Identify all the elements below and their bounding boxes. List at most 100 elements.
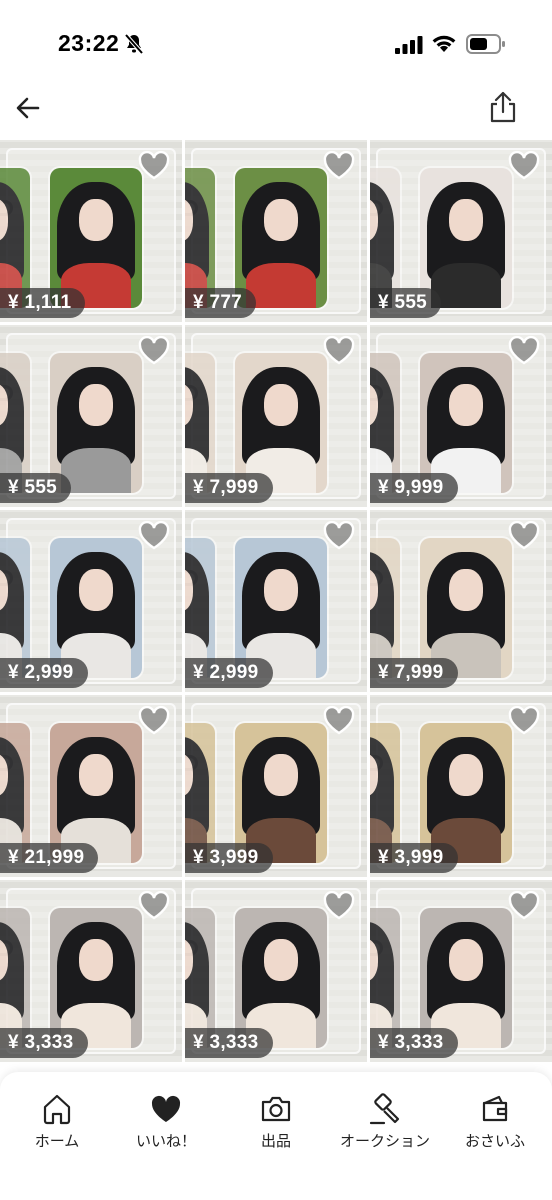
product-item[interactable]: ¥ 3,999 [185,695,367,877]
photocard-image [235,353,327,493]
photocard-side [370,353,400,493]
price-badge: ¥ 7,999 [370,658,458,688]
product-item[interactable]: ¥ 3,999 [370,695,552,877]
like-heart-icon[interactable] [323,890,355,920]
price-badge: ¥ 21,999 [0,843,99,873]
like-heart-icon[interactable] [323,520,355,550]
like-heart-icon[interactable] [138,150,170,180]
like-heart-icon[interactable] [323,150,355,180]
product-item[interactable]: ¥ 777 [185,140,367,322]
photocard-side [0,168,30,308]
share-icon[interactable] [488,90,518,124]
photocard-image [420,908,512,1048]
bottom-tab-bar: ホーム いいね！ 出品 オークション おさいふ [0,1072,552,1200]
like-heart-icon[interactable] [508,890,540,920]
photocard-side [370,908,400,1048]
product-item[interactable]: ¥ 1,111 [0,140,182,322]
like-heart-icon[interactable] [138,520,170,550]
battery-icon [466,34,505,54]
product-item[interactable]: ¥ 2,999 [0,510,182,692]
product-item[interactable]: ¥ 555 [370,140,552,322]
photocard-image [420,353,512,493]
like-heart-icon[interactable] [508,335,540,365]
product-grid: ¥ 1,111 ¥ 777 ¥ 555 ¥ 555 ¥ 7,999 ¥ 9,999 ¥ 2,… [0,140,552,1062]
photocard-side [370,168,400,308]
like-heart-icon[interactable] [508,150,540,180]
tab-home-label: ホーム [34,1133,80,1150]
price-badge: ¥ 555 [0,473,72,503]
header-bar [0,80,552,138]
photocard-side [185,168,215,308]
photocard-side [0,538,30,678]
price-badge: ¥ 2,999 [185,658,273,688]
photocard-image [235,723,327,863]
photocard-side [185,538,215,678]
arrow-left-icon[interactable] [12,92,44,124]
product-item[interactable]: ¥ 7,999 [370,510,552,692]
photocard-image [420,723,512,863]
photocard-side [370,538,400,678]
photocard-image [50,908,142,1048]
like-heart-icon[interactable] [508,705,540,735]
status-time: 23:22 [58,30,120,56]
photocard-image [235,908,327,1048]
bell-muted-icon [124,33,144,55]
price-badge: ¥ 2,999 [0,658,88,688]
product-item[interactable]: ¥ 7,999 [185,325,367,507]
status-bar: 23:22 [0,0,552,80]
photocard-side [185,723,215,863]
price-badge: ¥ 3,999 [370,843,458,873]
photocard-image [235,538,327,678]
product-item[interactable]: ¥ 9,999 [370,325,552,507]
photocard-image [420,538,512,678]
tab-auction-label: オークション [339,1133,430,1150]
like-heart-icon[interactable] [138,890,170,920]
tab-auction[interactable]: オークション [330,1092,440,1151]
like-heart-icon[interactable] [138,705,170,735]
tab-sell-label: 出品 [260,1133,291,1150]
photocard-side [0,908,30,1048]
tab-wallet[interactable]: おさいふ [440,1092,550,1151]
gavel-icon [369,1093,400,1125]
photocard-image [420,168,512,308]
photocard-image [50,353,142,493]
price-badge: ¥ 7,999 [185,473,273,503]
photocard-image [50,723,142,863]
product-item[interactable]: ¥ 3,333 [185,880,367,1062]
photocard-image [50,538,142,678]
photocard-side [185,908,215,1048]
wallet-icon [482,1095,508,1122]
photocard-side [370,723,400,863]
price-badge: ¥ 3,999 [185,843,273,873]
photocard-side [185,353,215,493]
cellular-signal-icon [395,36,423,54]
product-item[interactable]: ¥ 3,333 [0,880,182,1062]
heart-icon [151,1095,181,1122]
product-item[interactable]: ¥ 21,999 [0,695,182,877]
price-badge: ¥ 3,333 [185,1028,273,1058]
like-heart-icon[interactable] [323,335,355,365]
price-badge: ¥ 555 [370,288,442,318]
like-heart-icon[interactable] [138,335,170,365]
price-badge: ¥ 1,111 [0,288,86,318]
tab-home[interactable]: ホーム [2,1092,112,1151]
like-heart-icon[interactable] [323,705,355,735]
photocard-side [0,723,30,863]
wifi-icon [432,35,456,52]
price-badge: ¥ 9,999 [370,473,458,503]
tab-likes[interactable]: いいね！ [111,1092,221,1151]
screen: 23:22 ¥ 1,111 ¥ 777 ¥ 555 ¥ 555 ¥ 7,999 … [0,0,552,1200]
like-heart-icon[interactable] [508,520,540,550]
tab-likes-label: いいね！ [135,1133,196,1150]
photocard-image [50,168,142,308]
tab-wallet-label: おさいふ [464,1133,525,1150]
price-badge: ¥ 3,333 [370,1028,458,1058]
product-item[interactable]: ¥ 555 [0,325,182,507]
home-icon [43,1094,71,1125]
tab-sell[interactable]: 出品 [221,1092,331,1151]
product-item[interactable]: ¥ 3,333 [370,880,552,1062]
price-badge: ¥ 3,333 [0,1028,88,1058]
photocard-image [235,168,327,308]
product-item[interactable]: ¥ 2,999 [185,510,367,692]
camera-icon [261,1096,291,1122]
